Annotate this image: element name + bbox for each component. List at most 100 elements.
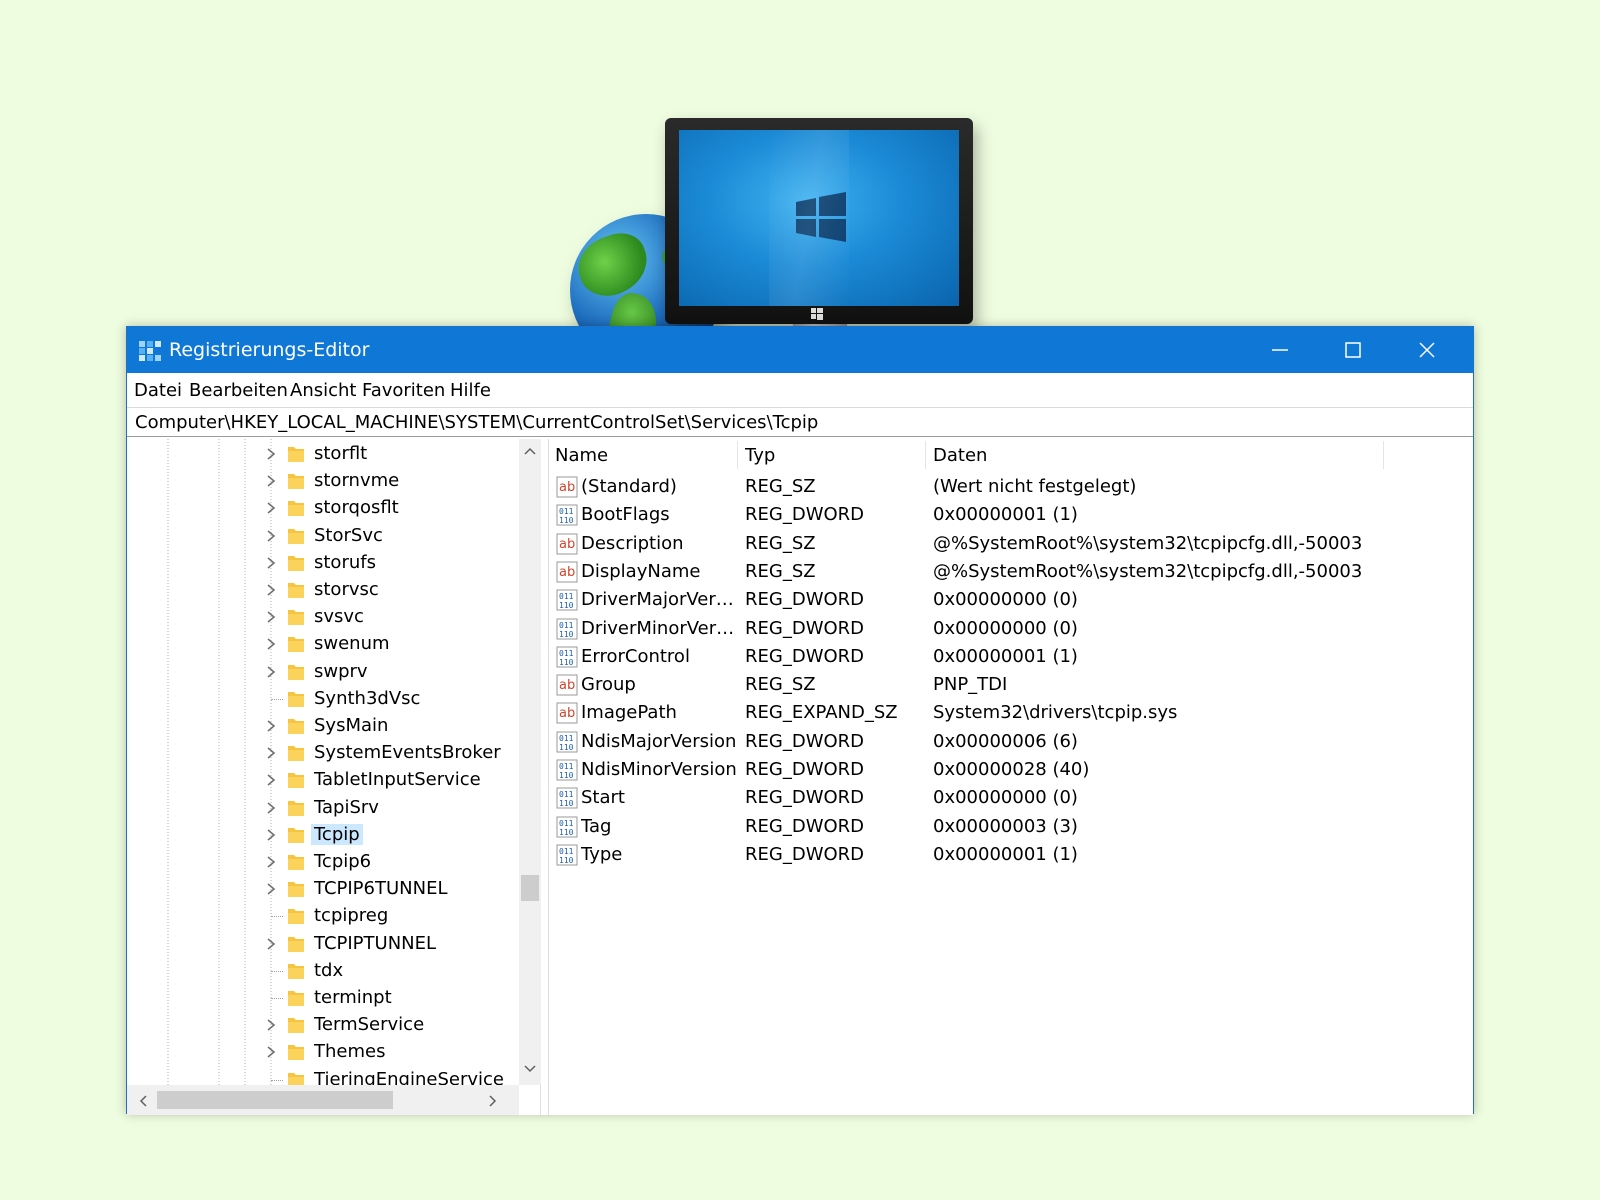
column-header: Name Typ Daten [549,439,1473,473]
value-row[interactable]: 011 110 Type REG_DWORD 0x00000001 (1) [549,841,1473,869]
address-bar[interactable]: Computer\HKEY_LOCAL_MACHINE\SYSTEM\Curre… [127,407,1473,437]
tree-item[interactable]: Tcpip [127,822,519,849]
tree-item[interactable]: TieringEngineService [127,1067,519,1085]
tree-item[interactable]: StorSvc [127,523,519,550]
tree-item[interactable]: Synth3dVsc [127,686,519,713]
tree-item[interactable]: SysMain [127,713,519,740]
value-name: BootFlags [581,504,670,526]
binary-value-icon: 011110 [556,589,578,611]
tree-item[interactable]: TabletInputService [127,767,519,794]
tree-item[interactable]: TCPIPTUNNEL [127,931,519,958]
value-row[interactable]: ab Description REG_SZ @%SystemRoot%\system3… [549,530,1473,558]
value-row[interactable]: 011 110 NdisMajorVersion REG_DWORD 0x0000000… [549,728,1473,756]
value-row[interactable]: 011 110 Tag REG_DWORD 0x00000003 (3) [549,813,1473,841]
binary-value-icon: 011110 [556,731,578,753]
expand-chevron-icon[interactable] [264,609,278,625]
tree-vertical-scrollbar[interactable] [519,439,541,1085]
maximize-button[interactable] [1317,327,1389,373]
scroll-right-icon[interactable] [487,1093,499,1109]
svg-text:ab: ab [559,565,575,580]
expand-chevron-icon[interactable] [264,664,278,680]
value-row[interactable]: 011 110 DriverMajorVersi... REG_DWORD 0x0000… [549,586,1473,614]
value-row[interactable]: 011 110 NdisMinorVersion REG_DWORD 0x0000002… [549,756,1473,784]
value-row[interactable]: 011 110 Start REG_DWORD 0x00000000 (0) [549,784,1473,812]
expand-chevron-icon[interactable] [264,528,278,544]
expand-chevron-icon[interactable] [264,745,278,761]
value-row[interactable]: ab DisplayName REG_SZ @%SystemRoot%\system3… [549,558,1473,586]
values-pane: Name Typ Daten ab (Standard) REG_SZ (Wert n… [549,439,1473,1115]
svg-text:110: 110 [559,658,574,667]
tree-item[interactable]: terminpt [127,985,519,1012]
tree-item[interactable]: svsvc [127,604,519,631]
scroll-thumb[interactable] [157,1091,393,1109]
expand-chevron-icon[interactable] [264,800,278,816]
expand-chevron-icon[interactable] [264,827,278,843]
expand-chevron-icon[interactable] [264,1017,278,1033]
scroll-thumb[interactable] [521,875,539,901]
tree-item[interactable]: storqosflt [127,495,519,522]
value-row[interactable]: ab (Standard) REG_SZ (Wert nicht festgelegt… [549,473,1473,501]
tree-item[interactable]: swenum [127,631,519,658]
close-button[interactable] [1391,327,1463,373]
tree-item[interactable]: tdx [127,958,519,985]
expand-chevron-icon[interactable] [264,636,278,652]
minimize-button[interactable] [1243,327,1315,373]
expand-chevron-icon[interactable] [264,555,278,571]
expand-chevron-icon[interactable] [264,500,278,516]
value-data: 0x00000028 (40) [933,759,1090,780]
svg-text:110: 110 [559,516,574,525]
menu-hilfe[interactable]: Hilfe [450,380,491,401]
scroll-up-icon[interactable] [522,445,538,457]
expand-chevron-icon[interactable] [264,446,278,462]
value-data: System32\drivers\tcpip.sys [933,702,1178,724]
value-type: REG_DWORD [745,617,865,639]
tree-item[interactable]: Themes [127,1039,519,1066]
value-data: 0x00000006 (6) [933,730,1078,752]
value-row[interactable]: ab Group REG_SZ PNP_TDI [549,671,1473,699]
column-name-header[interactable]: Name [555,445,608,466]
expand-chevron-icon[interactable] [264,854,278,870]
expand-chevron-icon[interactable] [264,772,278,788]
expand-chevron-icon[interactable] [264,1044,278,1060]
value-data: 0x00000001 (1) [933,645,1078,667]
tree-item[interactable]: storufs [127,550,519,577]
expand-chevron-icon[interactable] [264,881,278,897]
menu-bearbeiten[interactable]: Bearbeiten [189,380,288,401]
scroll-down-icon[interactable] [522,1063,538,1075]
folder-icon [288,583,304,598]
value-row[interactable]: 011 110 DriverMinorVersi... REG_DWORD 0x0000… [549,615,1473,643]
tree-item[interactable]: TCPIP6TUNNEL [127,876,519,903]
tree-item-label: storvsc [314,579,379,600]
title-bar[interactable]: Registrierungs-Editor [127,327,1473,373]
expand-chevron-icon[interactable] [264,473,278,489]
tree-item[interactable]: stornvme [127,468,519,495]
svg-text:ab: ab [559,678,575,693]
tree-item[interactable]: Tcpip6 [127,849,519,876]
menu-favoriten[interactable]: Favoriten [362,380,445,401]
value-row[interactable]: 011 110 ErrorControl REG_DWORD 0x00000001 (1… [549,643,1473,671]
tree-horizontal-scrollbar[interactable] [127,1085,519,1115]
tree-item[interactable]: storflt [127,441,519,468]
tree-item-label: swprv [314,660,368,682]
value-name: NdisMajorVersion [581,730,737,752]
column-data-header[interactable]: Daten [933,445,987,466]
expand-chevron-icon[interactable] [264,718,278,734]
tree-item[interactable]: tcpipreg [127,903,519,930]
tree-item[interactable]: storvsc [127,577,519,604]
scroll-left-icon[interactable] [137,1093,149,1109]
svg-text:ab: ab [559,706,575,721]
tree-item[interactable]: TermService [127,1012,519,1039]
expand-chevron-icon[interactable] [264,936,278,952]
value-row[interactable]: 011 110 BootFlags REG_DWORD 0x00000001 (1) [549,501,1473,529]
pane-splitter[interactable] [541,439,549,1115]
tree-item[interactable]: TapiSrv [127,795,519,822]
menu-datei[interactable]: Datei [134,380,182,401]
expand-chevron-icon[interactable] [264,582,278,598]
value-row[interactable]: ab ImagePath REG_EXPAND_SZ System32\drivers… [549,699,1473,727]
address-path[interactable]: Computer\HKEY_LOCAL_MACHINE\SYSTEM\Curre… [135,412,818,433]
column-type-header[interactable]: Typ [745,445,775,466]
tree-item[interactable]: SystemEventsBroker [127,740,519,767]
tree-item-label: TieringEngineService [314,1068,504,1085]
tree-item[interactable]: swprv [127,659,519,686]
menu-ansicht[interactable]: Ansicht [290,380,356,401]
